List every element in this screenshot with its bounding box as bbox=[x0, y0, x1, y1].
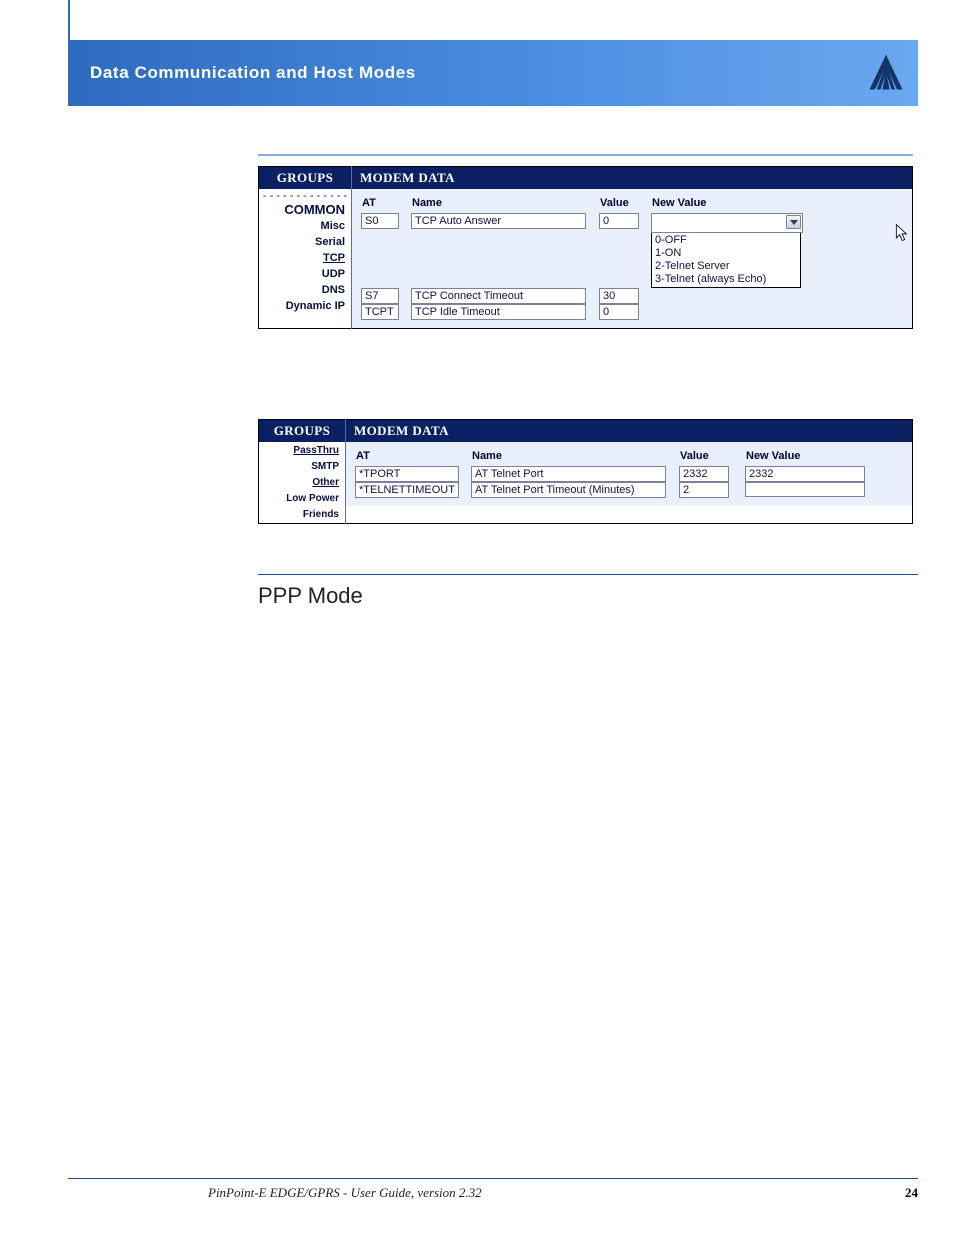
dropdown-option[interactable]: 1-ON bbox=[655, 247, 797, 260]
value-cell: 0 bbox=[599, 304, 639, 320]
column-name: Name bbox=[468, 448, 676, 466]
column-at: AT bbox=[358, 195, 408, 213]
sidebar-item-friends[interactable]: Friends bbox=[259, 507, 345, 523]
name-cell: TCP Connect Timeout bbox=[411, 288, 586, 304]
new-value-input[interactable]: 2332 bbox=[745, 466, 865, 482]
chevron-down-icon[interactable] bbox=[786, 215, 801, 229]
modem-data-header: MODEM DATA bbox=[346, 420, 912, 442]
column-name: Name bbox=[408, 195, 596, 213]
section-heading: PPP Mode bbox=[258, 574, 918, 609]
dropdown-option[interactable]: 0-OFF bbox=[655, 234, 797, 247]
new-value-dropdown[interactable] bbox=[651, 213, 803, 233]
at-cell: *TELNETTIMEOUT bbox=[355, 482, 459, 498]
value-cell: 2 bbox=[679, 482, 729, 498]
groups-header: GROUPS bbox=[259, 420, 345, 443]
value-cell: 30 bbox=[599, 288, 639, 304]
nav-divider: - - - - - - - - - - - - - bbox=[259, 190, 351, 202]
sidebar-item-other[interactable]: Other bbox=[259, 475, 345, 491]
sidebar-item-low-power[interactable]: Low Power bbox=[259, 491, 345, 507]
page-footer: PinPoint-E EDGE/GPRS - User Guide, versi… bbox=[68, 1178, 918, 1201]
table-row: *TELNETTIMEOUT AT Telnet Port Timeout (M… bbox=[352, 482, 906, 498]
column-value: Value bbox=[596, 195, 648, 213]
name-cell: TCP Auto Answer bbox=[411, 213, 586, 229]
sidebar-item-tcp[interactable]: TCP bbox=[259, 250, 351, 266]
name-cell: TCP Idle Timeout bbox=[411, 304, 586, 320]
table-row: TCPT TCP Idle Timeout 0 bbox=[358, 304, 906, 320]
column-at: AT bbox=[352, 448, 468, 466]
dropdown-option[interactable]: 3-Telnet (always Echo) bbox=[655, 273, 797, 286]
groups-header: GROUPS bbox=[259, 167, 351, 190]
brand-logo-icon bbox=[864, 51, 908, 95]
at-cell: S0 bbox=[361, 213, 399, 229]
sidebar-item-smtp[interactable]: SMTP bbox=[259, 459, 345, 475]
page-header: Data Communication and Host Modes bbox=[68, 40, 918, 106]
sidebar-item-udp[interactable]: UDP bbox=[259, 266, 351, 282]
sidebar-item-misc[interactable]: Misc bbox=[259, 218, 351, 234]
figure-tcp-settings: GROUPS - - - - - - - - - - - - - COMMON … bbox=[258, 154, 913, 329]
footer-guide-title: PinPoint-E EDGE/GPRS - User Guide, versi… bbox=[68, 1185, 482, 1201]
sidebar-item-dns[interactable]: DNS bbox=[259, 282, 351, 298]
cursor-pointer-icon bbox=[894, 223, 912, 243]
dropdown-options[interactable]: 0-OFF 1-ON 2-Telnet Server 3-Telnet (alw… bbox=[651, 233, 801, 288]
table-row: S7 TCP Connect Timeout 30 bbox=[358, 288, 906, 304]
sidebar-item-serial[interactable]: Serial bbox=[259, 234, 351, 250]
column-new-value: New Value bbox=[742, 448, 906, 466]
at-cell: S7 bbox=[361, 288, 399, 304]
dropdown-option[interactable]: 2-Telnet Server bbox=[655, 260, 797, 273]
page-title: Data Communication and Host Modes bbox=[90, 63, 416, 83]
sidebar-item-dynamic-ip[interactable]: Dynamic IP bbox=[259, 298, 351, 314]
figure-telnet-settings: GROUPS PassThru SMTP Other Low Power Fri… bbox=[258, 419, 913, 524]
name-cell: AT Telnet Port bbox=[471, 466, 666, 482]
sidebar-item-passthru[interactable]: PassThru bbox=[259, 443, 345, 459]
name-cell: AT Telnet Port Timeout (Minutes) bbox=[471, 482, 666, 498]
table-row: *TPORT AT Telnet Port 2332 2332 bbox=[352, 466, 906, 482]
at-cell: *TPORT bbox=[355, 466, 459, 482]
modem-data-header: MODEM DATA bbox=[352, 167, 912, 189]
footer-page-number: 24 bbox=[905, 1185, 918, 1201]
at-cell: TCPT bbox=[361, 304, 399, 320]
sidebar-item-common[interactable]: COMMON bbox=[259, 202, 351, 218]
column-new-value: New Value bbox=[648, 195, 906, 213]
value-cell: 2332 bbox=[679, 466, 729, 482]
document-content: GROUPS - - - - - - - - - - - - - COMMON … bbox=[68, 130, 918, 609]
new-value-input[interactable] bbox=[745, 482, 865, 497]
value-cell: 0 bbox=[599, 213, 639, 229]
column-value: Value bbox=[676, 448, 742, 466]
table-row: S0 TCP Auto Answer 0 bbox=[358, 213, 906, 288]
